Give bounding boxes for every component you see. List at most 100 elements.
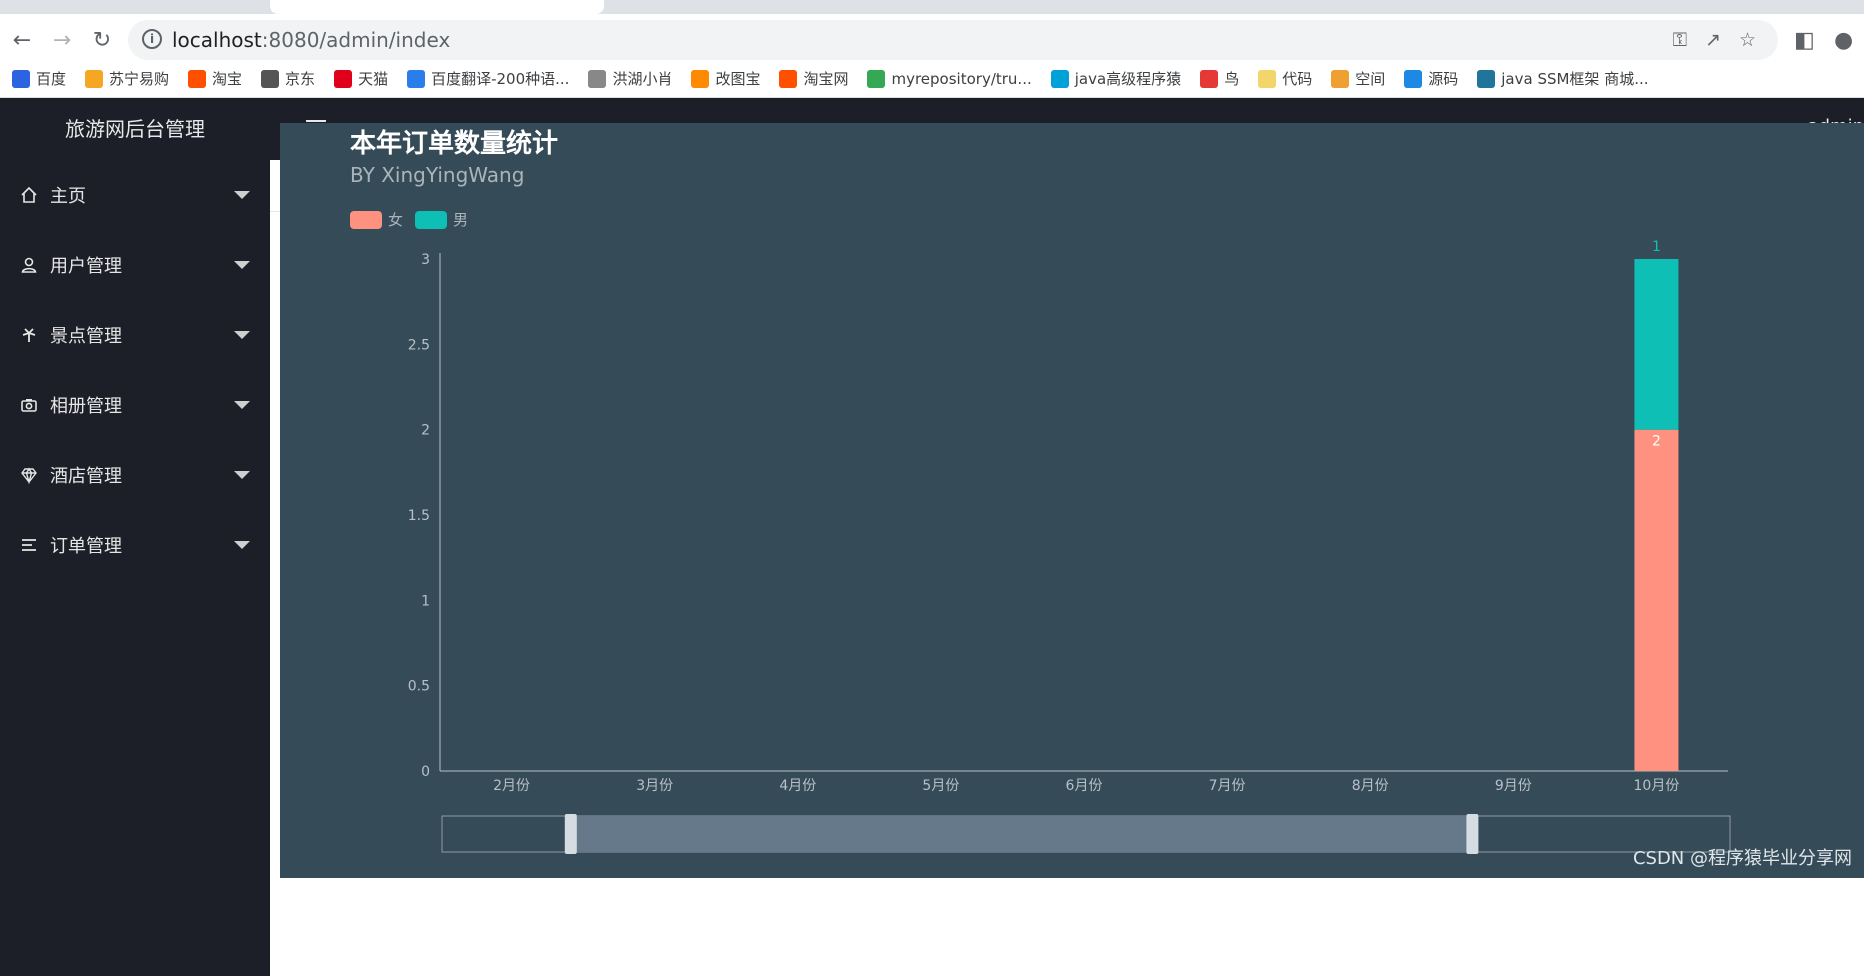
legend-swatch <box>350 210 382 229</box>
x-tick-label: 3月份 <box>636 778 673 794</box>
sidebar-item-3[interactable]: 相册管理 <box>0 370 270 440</box>
bookmark-favicon-icon <box>407 69 426 88</box>
user-icon <box>18 254 40 276</box>
browser-tab-strip <box>0 0 1864 14</box>
legend-item[interactable]: 男 <box>415 209 468 230</box>
legend-item[interactable]: 女 <box>350 209 403 230</box>
datazoom-selection[interactable] <box>570 816 1473 852</box>
x-tick-label: 7月份 <box>1209 778 1246 794</box>
bookmark-item[interactable]: java SSM框架 商城... <box>1477 68 1649 89</box>
y-tick-label: 2.5 <box>408 337 430 353</box>
bookmark-label: java高级程序猿 <box>1074 70 1182 88</box>
bookmark-item[interactable]: 天猫 <box>334 68 388 89</box>
caret-down-icon[interactable] <box>234 541 250 549</box>
forward-arrow-icon[interactable]: → <box>44 22 80 58</box>
browser-active-tab[interactable] <box>270 0 604 14</box>
bookmark-label: 改图宝 <box>715 70 761 88</box>
x-tick-label: 10月份 <box>1634 778 1680 794</box>
home-icon <box>18 184 40 206</box>
caret-down-icon[interactable] <box>234 401 250 409</box>
bookmark-item[interactable]: java高级程序猿 <box>1050 68 1182 89</box>
bookmark-item[interactable]: 空间 <box>1331 68 1385 89</box>
datazoom-left-handle[interactable] <box>564 814 577 854</box>
caret-down-icon[interactable] <box>234 471 250 479</box>
sidebar-item-label: 景点管理 <box>50 326 122 347</box>
sidebar-item-label: 主页 <box>50 186 86 207</box>
bookmark-label: 洪湖小肖 <box>612 70 673 88</box>
x-tick-label: 6月份 <box>1066 778 1103 794</box>
order-chart: 0 0.5 1 1.5 2 2.5 3 2月份 3月份 4月份 5月份 6月份 7月份 8月份 9月份 10月… <box>408 239 1731 854</box>
x-tick-label: 9月份 <box>1495 778 1532 794</box>
bookmark-favicon-icon <box>1050 69 1069 88</box>
url-host: localhost <box>172 28 262 52</box>
legend-label: 男 <box>453 211 469 229</box>
password-key-icon[interactable]: ⚿ <box>1673 29 1687 51</box>
bookmark-favicon-icon <box>85 69 104 88</box>
chart-legend: 女男 <box>350 209 468 230</box>
caret-down-icon[interactable] <box>234 261 250 269</box>
bookmark-favicon-icon <box>334 69 353 88</box>
bookmark-item[interactable]: 京东 <box>261 68 315 89</box>
chart-subtitle: BY XingYingWang <box>350 163 525 187</box>
share-icon[interactable]: ↗ <box>1705 29 1721 51</box>
bookmark-label: 百度翻译-200种语... <box>431 70 570 88</box>
address-url[interactable]: localhost:8080/admin/index <box>172 28 450 52</box>
sidebar-item-1[interactable]: 用户管理 <box>0 230 270 300</box>
site-info-icon[interactable]: i <box>142 29 162 49</box>
sidebar-item-5[interactable]: 订单管理 <box>0 510 270 580</box>
sidebar-item-label: 酒店管理 <box>50 466 122 487</box>
bar-value-label: 2 <box>1652 434 1661 450</box>
url-path: :8080/admin/index <box>261 28 451 52</box>
bookmark-label: 代码 <box>1282 70 1313 88</box>
bookmark-item[interactable]: 改图宝 <box>691 68 760 89</box>
caret-down-icon[interactable] <box>234 191 250 199</box>
bookmark-favicon-icon <box>1331 69 1350 88</box>
sidebar-item-4[interactable]: 酒店管理 <box>0 440 270 510</box>
x-tick-label: 5月份 <box>922 778 959 794</box>
side-panel-icon[interactable]: ◧ <box>1794 28 1815 53</box>
bookmark-label: 空间 <box>1355 70 1386 88</box>
bookmark-favicon-icon <box>1477 69 1496 88</box>
bookmark-favicon-icon <box>691 69 710 88</box>
chart-title: 本年订单数量统计 <box>350 129 559 159</box>
sidebar-item-2[interactable]: 景点管理 <box>0 300 270 370</box>
bookmark-favicon-icon <box>779 69 798 88</box>
bookmark-label: 京东 <box>285 70 316 88</box>
profile-avatar-icon[interactable]: ● <box>1834 28 1853 53</box>
bookmark-label: 淘宝 <box>212 70 243 88</box>
caret-down-icon[interactable] <box>234 331 250 339</box>
bookmark-item[interactable]: 苏宁易购 <box>85 68 169 89</box>
back-arrow-icon[interactable]: ← <box>4 22 40 58</box>
bookmark-item[interactable]: 代码 <box>1258 68 1312 89</box>
bookmark-item[interactable]: 百度 <box>12 68 66 89</box>
bookmark-label: 淘宝网 <box>803 70 849 88</box>
bookmarks-bar: 百度 苏宁易购 淘宝 京东 天猫 百度翻译-200种语... 洪湖小肖 改图宝 淘宝网 myrep… <box>0 60 1864 98</box>
watermark: CSDN @程序猿毕业分享网 <box>1632 848 1852 869</box>
bookmark-item[interactable]: 淘宝 <box>188 68 242 89</box>
sidebar-item-0[interactable]: 主页 <box>0 160 270 230</box>
y-tick-label: 1 <box>421 593 430 609</box>
bookmark-star-icon[interactable]: ☆ <box>1739 29 1756 51</box>
y-tick-label: 0 <box>421 764 430 780</box>
bookmark-item[interactable]: 淘宝网 <box>779 68 848 89</box>
bookmark-item[interactable]: myrepository/tru... <box>867 69 1032 88</box>
bookmark-item[interactable]: 源码 <box>1404 68 1458 89</box>
bookmark-label: 鸟 <box>1224 70 1240 88</box>
datazoom-right-handle[interactable] <box>1466 814 1479 854</box>
list-icon <box>18 534 40 556</box>
bar-value-label: 1 <box>1652 239 1661 255</box>
x-tick-label: 2月份 <box>493 778 530 794</box>
bookmark-label: 源码 <box>1428 70 1459 88</box>
bookmark-item[interactable]: 鸟 <box>1200 68 1239 89</box>
sidebar-menu: 主页用户管理景点管理相册管理酒店管理订单管理 <box>0 160 270 580</box>
y-tick-label: 3 <box>421 252 430 268</box>
bookmark-favicon-icon <box>261 69 280 88</box>
bookmark-item[interactable]: 百度翻译-200种语... <box>407 68 569 89</box>
bookmark-favicon-icon <box>188 69 207 88</box>
bookmark-favicon-icon <box>588 69 607 88</box>
bookmark-favicon-icon <box>867 69 886 88</box>
reload-icon[interactable]: ↻ <box>84 22 120 58</box>
bookmark-item[interactable]: 洪湖小肖 <box>588 68 672 89</box>
sidebar-item-label: 用户管理 <box>50 256 122 277</box>
address-bar[interactable]: i localhost:8080/admin/index ⚿ ↗ ☆ <box>128 20 1778 60</box>
